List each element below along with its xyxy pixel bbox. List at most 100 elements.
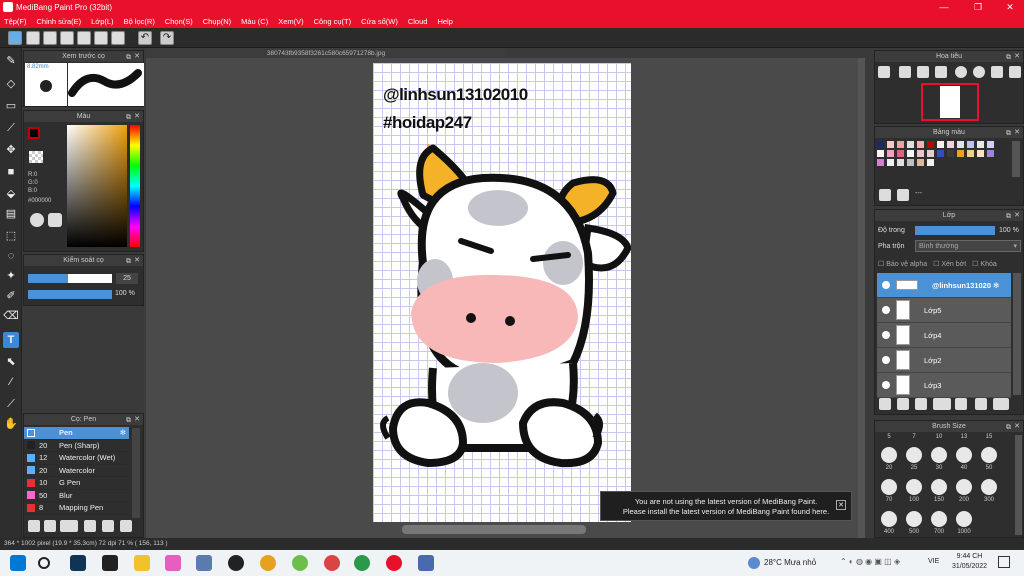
brush-copy-icon[interactable]	[84, 520, 96, 532]
eraser-tool-icon[interactable]: ◇	[3, 76, 19, 92]
palette-swatch[interactable]	[927, 141, 934, 148]
brush-item-pen[interactable]: Pen ✻	[24, 427, 129, 440]
popout-icon[interactable]: ⧉	[1006, 211, 1011, 222]
eye-icon[interactable]	[882, 381, 890, 389]
palette-swatch[interactable]	[907, 159, 914, 166]
select-tool-icon[interactable]: ⬚	[3, 228, 19, 244]
menu-layer[interactable]: Lớp(L)	[91, 17, 113, 26]
maximize-button[interactable]: ❐	[964, 0, 992, 14]
eye-icon[interactable]	[882, 331, 890, 339]
popout-icon[interactable]: ⧉	[126, 256, 131, 267]
menu-edit[interactable]: Chỉnh sửa(E)	[37, 17, 82, 26]
palette-swatch[interactable]	[987, 150, 994, 157]
move-tool-icon[interactable]: ✥	[3, 142, 19, 158]
layer-scrollbar[interactable]	[1013, 273, 1021, 395]
brush-list-scrollbar[interactable]	[132, 428, 140, 518]
brush-size-25[interactable]	[906, 447, 922, 463]
brush-item-g-pen[interactable]: 10 G Pen	[24, 477, 129, 490]
operation-tool-icon[interactable]: ⬉	[3, 354, 19, 370]
chrome-icon[interactable]	[354, 555, 370, 571]
brush-size-slider[interactable]	[28, 274, 112, 283]
share-icon[interactable]	[26, 31, 40, 45]
brush-item-blur[interactable]: 50 Blur	[24, 490, 129, 502]
close-icon[interactable]: ✕	[1014, 127, 1020, 138]
canvas-horizontal-scrollbar[interactable]	[402, 525, 586, 534]
eye-icon[interactable]	[882, 356, 890, 364]
add-layer-icon[interactable]	[879, 398, 891, 410]
palette-swatch[interactable]	[967, 150, 974, 157]
popout-icon[interactable]: ⧉	[1006, 422, 1011, 433]
menu-file[interactable]: Tệp(F)	[4, 17, 27, 26]
palette-swatches[interactable]	[877, 141, 1007, 181]
brush-size-200[interactable]	[956, 479, 972, 495]
weather-text[interactable]: 28°C Mưa nhỏ	[764, 558, 816, 567]
undo-icon[interactable]: ↶	[138, 31, 152, 45]
brush-size-40[interactable]	[956, 447, 972, 463]
menu-help[interactable]: Help	[437, 17, 452, 26]
palette-swatch[interactable]	[937, 141, 944, 148]
menu-snap[interactable]: Chụp(N)	[203, 17, 231, 26]
brush-size-1000[interactable]	[956, 511, 972, 527]
palette-swatch[interactable]	[887, 159, 894, 166]
hand-tool-icon[interactable]: ✋	[3, 416, 19, 432]
tray-icons[interactable]: ⌃ ◐ ◍ ◉ ▣ ◫ ◈	[840, 557, 900, 566]
gear-icon[interactable]: ✻	[120, 428, 126, 437]
palette-swatch[interactable]	[887, 150, 894, 157]
gradient-tool-icon[interactable]: ▤	[3, 206, 19, 222]
close-icon[interactable]: ✕	[1014, 210, 1020, 221]
select-eraser-icon[interactable]: ⌫	[3, 308, 19, 324]
rotate-right-icon[interactable]	[973, 66, 985, 78]
popout-icon[interactable]: ⧉	[126, 112, 131, 123]
notice-close-icon[interactable]: ✕	[836, 500, 846, 510]
brush-opacity-slider[interactable]	[28, 290, 112, 299]
close-icon[interactable]: ✕	[134, 255, 140, 266]
palette-swatch[interactable]	[907, 141, 914, 148]
brush-size-70[interactable]	[881, 479, 897, 495]
brush-menu-icon[interactable]	[60, 520, 78, 532]
close-icon[interactable]: ✕	[134, 111, 140, 122]
menu-select[interactable]: Chọn(S)	[165, 17, 193, 26]
palette-swatch[interactable]	[987, 141, 994, 148]
layout-icon[interactable]	[111, 31, 125, 45]
clock[interactable]: 9:44 CH 31/05/2022	[952, 552, 987, 572]
add-8bit-layer-icon[interactable]	[915, 398, 927, 410]
search-icon[interactable]	[38, 557, 50, 569]
rotate-left-icon[interactable]	[955, 66, 967, 78]
palette-swatch[interactable]	[877, 159, 884, 166]
layer-item-lop4[interactable]: Lớp4	[877, 323, 1011, 348]
file-explorer-icon[interactable]	[134, 555, 150, 571]
brush-size-150[interactable]	[931, 479, 947, 495]
delete-color-icon[interactable]	[897, 189, 909, 201]
palette-swatch[interactable]	[877, 141, 884, 148]
size-label[interactable]: 5	[878, 434, 900, 440]
app-icon[interactable]	[165, 555, 181, 571]
eye-icon[interactable]	[882, 306, 890, 314]
select-pen-icon[interactable]: ✐	[3, 288, 19, 304]
close-icon[interactable]: ✕	[1014, 421, 1020, 432]
flip-icon[interactable]	[991, 66, 1003, 78]
menu-cloud[interactable]: Cloud	[408, 17, 428, 26]
brush-item-watercolor-wet[interactable]: 12 Watercolor (Wet)	[24, 452, 129, 465]
palette-swatch[interactable]	[927, 159, 934, 166]
palette-swatch[interactable]	[917, 150, 924, 157]
brush-size-700[interactable]	[931, 511, 947, 527]
palette-swatch[interactable]	[907, 150, 914, 157]
palette-swatch[interactable]	[957, 141, 964, 148]
palette-swatch[interactable]	[917, 159, 924, 166]
menu-view[interactable]: Xem(V)	[278, 17, 303, 26]
palette-swatch[interactable]	[977, 141, 984, 148]
brush-size-scrollbar[interactable]	[1015, 435, 1022, 535]
palette-swatch[interactable]	[957, 150, 964, 157]
palette-swatch[interactable]	[947, 150, 954, 157]
brush-item-pen-sharp[interactable]: 20 Pen (Sharp)	[24, 440, 129, 452]
page-icon[interactable]	[77, 31, 91, 45]
pen-tool-icon[interactable]: ⟋	[3, 120, 19, 136]
add-brush-icon[interactable]	[28, 520, 40, 532]
brush-folder-icon[interactable]	[102, 520, 114, 532]
brush-duplicate-icon[interactable]	[120, 520, 132, 532]
add-color-icon[interactable]	[879, 189, 891, 201]
layer-item-lop3[interactable]: Lớp3	[877, 373, 1011, 398]
close-window-button[interactable]: ✕	[996, 0, 1024, 14]
blend-mode-select[interactable]: Bình thường ▾	[915, 240, 1021, 252]
hue-slider[interactable]	[130, 125, 140, 247]
